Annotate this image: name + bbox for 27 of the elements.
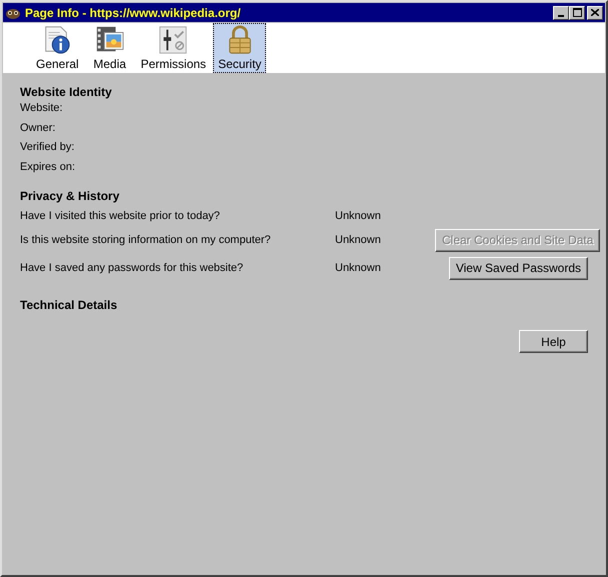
question-text: Have I visited this website prior to today? [20, 210, 221, 222]
toolbar-tab[interactable]: Security [213, 23, 266, 73]
window-title: Page Info - https://www.wikipedia.org/ [25, 6, 241, 20]
answer-text: Unknown [335, 210, 382, 222]
toolbar-tab[interactable]: Media [86, 23, 134, 73]
minimize-icon [558, 14, 564, 16]
field-label: Owner: [20, 122, 56, 136]
question-text: Have I saved any passwords for this website? [20, 262, 244, 274]
section-heading: Privacy & History [20, 189, 120, 203]
close-button[interactable] [587, 6, 603, 20]
toolbar-tab[interactable]: Permissions [136, 23, 212, 73]
field-label: Website: [20, 102, 64, 116]
field-label: Verified by: [20, 141, 76, 155]
section-heading: Technical Details [20, 298, 118, 312]
field-label: Expires on: [20, 160, 76, 174]
maximize-button[interactable] [569, 6, 585, 20]
close-icon [591, 9, 599, 16]
section-heading: Website Identity [20, 85, 113, 99]
help-button[interactable]: Help [519, 330, 588, 353]
permissions-icon [157, 25, 190, 55]
answer-text: Unknown [335, 234, 382, 246]
action-button[interactable]: View Saved Passwords [448, 256, 588, 280]
question-text: Is this website storing information on my computer? [20, 234, 272, 246]
answer-text: Unknown [335, 262, 382, 274]
minimize-button[interactable] [553, 6, 569, 20]
maximize-icon [572, 8, 582, 17]
toolbar-tab[interactable]: General [31, 23, 84, 73]
